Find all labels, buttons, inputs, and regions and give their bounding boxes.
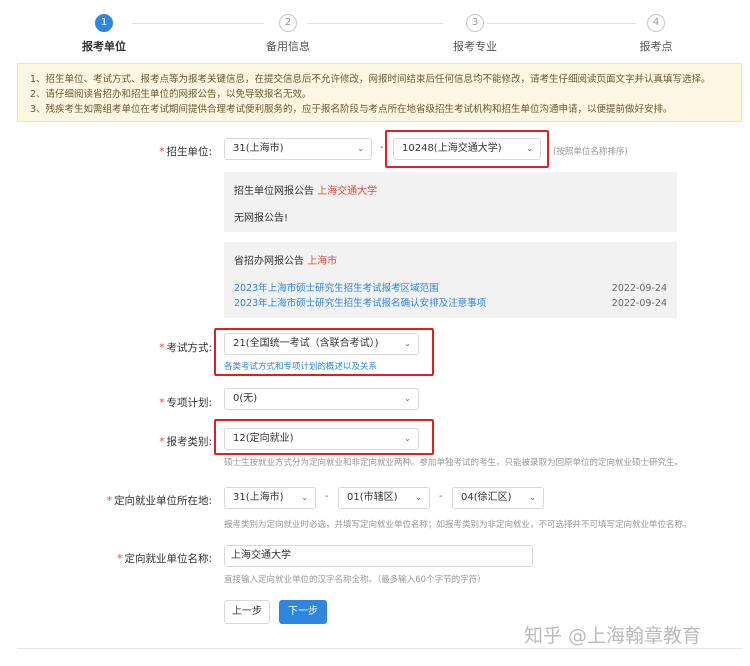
special-plan-label: * 专项计划: [159, 397, 212, 409]
notice-link[interactable]: 2023年上海市硕士研究生招生考试报考区域范围 [234, 283, 439, 294]
notice-line: 3、残疾考生如需组考单位在考试期间提供合理考试便利服务的，应于报名阶段与考点所在… [30, 104, 673, 115]
separator-dash: - [325, 491, 329, 502]
list-item[interactable]: 2023年上海市硕士研究生招生考试报名确认安排及注意事项 2022-09-24 [234, 296, 667, 311]
employer-hint: 直接输入定向就业单位的汉字名称全称。（最多输入60个字节的字符） [224, 575, 486, 585]
location-city-select[interactable]: 01(市辖区) ⌄ [338, 487, 430, 509]
school-notice-panel: 招生单位网报公告 上海交通大学 无网报公告! [224, 172, 677, 232]
step-label: 报考专业 [453, 40, 497, 53]
divider [17, 648, 742, 649]
separator-dash: - [439, 491, 443, 502]
highlight-box [214, 419, 434, 455]
school-sort-hint: (按照单位名称排序) [553, 147, 628, 157]
step-label: 报考点 [639, 40, 673, 53]
watermark: 知乎 @上海翰章教育 [524, 625, 702, 647]
special-plan-select[interactable]: 0(无) ⌄ [224, 388, 419, 410]
location-hint: 报考类别为定向就业时必选，并填写定向就业单位名称；如报考类别为非定向就业，不可选… [224, 520, 692, 530]
chevron-down-icon: ⌄ [415, 493, 422, 502]
notice-date: 2022-09-24 [611, 283, 667, 294]
province-notice-panel: 省招办网报公告 上海市 2023年上海市硕士研究生招生考试报考区域范围 2022… [224, 242, 677, 318]
employer-name-input[interactable]: 上海交通大学 [224, 545, 533, 567]
category-hint: 硕士生按就业方式分为定向就业和非定向就业两种。参加单独考试的考生，只能被录取为回… [224, 458, 684, 468]
panel-text: 无网报公告! [234, 213, 289, 224]
notice-line: 1、招生单位、考试方式、报考点等为报考关键信息，在提交信息后不允许修改，网报时间… [30, 74, 711, 85]
panel-title: 省招办网报公告 上海市 [234, 256, 338, 267]
school-label: * 招生单位: [159, 146, 212, 158]
exam-mode-label: * 考试方式: [159, 342, 212, 354]
category-label: * 报考类别: [159, 436, 212, 448]
step-number: 1 [95, 14, 113, 32]
highlight-box [385, 130, 549, 168]
chevron-down-icon: ⌄ [529, 493, 536, 502]
notice-link[interactable]: 2023年上海市硕士研究生招生考试报名确认安排及注意事项 [234, 298, 486, 309]
separator-dash: - [380, 142, 384, 153]
prev-step-button[interactable]: 上一步 [224, 600, 270, 624]
step-4: 4 报考点 [596, 14, 716, 54]
employer-label: * 定向就业单位名称: [117, 553, 212, 565]
step-number: 4 [647, 14, 665, 32]
location-label: * 定向就业单位所在地: [106, 495, 212, 507]
step-3: 3 报考专业 [415, 14, 535, 54]
step-label: 报考单位 [82, 40, 126, 53]
notice-date: 2022-09-24 [611, 298, 667, 309]
panel-title: 招生单位网报公告 上海交通大学 [234, 186, 378, 197]
location-district-select[interactable]: 04(徐汇区) ⌄ [452, 487, 544, 509]
chevron-down-icon: ⌄ [301, 493, 308, 502]
step-progress: 1 报考单位 2 备用信息 3 报考专业 4 报考点 [0, 0, 750, 56]
step-number: 2 [279, 14, 297, 32]
step-2: 2 备用信息 [228, 14, 348, 54]
location-province-select[interactable]: 31(上海市) ⌄ [224, 487, 316, 509]
step-1: 1 报考单位 [44, 14, 164, 54]
list-item[interactable]: 2023年上海市硕士研究生招生考试报考区域范围 2022-09-24 [234, 281, 667, 296]
school-province-select[interactable]: 31(上海市) ⌄ [224, 138, 372, 160]
highlight-box [214, 328, 434, 376]
step-number: 3 [466, 14, 484, 32]
next-step-button[interactable]: 下一步 [279, 600, 327, 624]
step-label: 备用信息 [266, 40, 310, 53]
chevron-down-icon: ⌄ [404, 394, 411, 403]
chevron-down-icon: ⌄ [357, 144, 364, 153]
notice-line: 2、请仔细阅读省招办和招生单位的网报公告，以免导致报名无效。 [30, 89, 312, 100]
notice-box: 1、招生单位、考试方式、报考点等为报考关键信息，在提交信息后不允许修改，网报时间… [17, 63, 742, 122]
